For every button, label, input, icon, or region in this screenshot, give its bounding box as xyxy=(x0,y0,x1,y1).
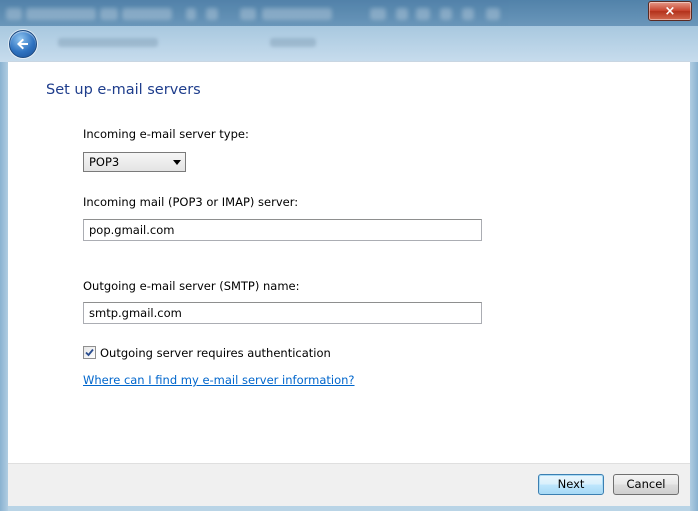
auth-checkbox[interactable] xyxy=(83,346,96,359)
setup-wizard-window: × Set up e-mail servers Incoming e-mail … xyxy=(0,0,698,511)
back-arrow-icon xyxy=(17,38,28,50)
back-button[interactable] xyxy=(9,30,37,58)
window-frame-left xyxy=(0,26,8,511)
close-button[interactable]: × xyxy=(648,1,692,21)
checkmark-icon xyxy=(85,348,94,357)
incoming-server-input[interactable]: pop.gmail.com xyxy=(83,219,482,241)
incoming-type-label: Incoming e-mail server type: xyxy=(83,127,249,141)
auth-label: Outgoing server requires authentication xyxy=(100,346,331,360)
window-frame-right xyxy=(690,26,698,511)
outgoing-server-input[interactable]: smtp.gmail.com xyxy=(83,302,482,324)
page-title: Set up e-mail servers xyxy=(46,82,201,98)
wizard-footer: Next Cancel xyxy=(8,463,690,506)
navigation-bar xyxy=(0,26,698,62)
wizard-content: Set up e-mail servers Incoming e-mail se… xyxy=(8,61,690,465)
outgoing-server-label: Outgoing e-mail server (SMTP) name: xyxy=(83,279,300,293)
incoming-type-value: POP3 xyxy=(89,155,120,169)
cancel-button[interactable]: Cancel xyxy=(613,474,679,495)
next-button[interactable]: Next xyxy=(538,474,604,495)
close-icon: × xyxy=(664,3,676,19)
chevron-down-icon xyxy=(173,160,181,165)
server-info-help-link[interactable]: Where can I find my e-mail server inform… xyxy=(83,373,355,387)
incoming-type-select[interactable]: POP3 xyxy=(83,152,186,172)
incoming-server-label: Incoming mail (POP3 or IMAP) server: xyxy=(83,195,299,209)
